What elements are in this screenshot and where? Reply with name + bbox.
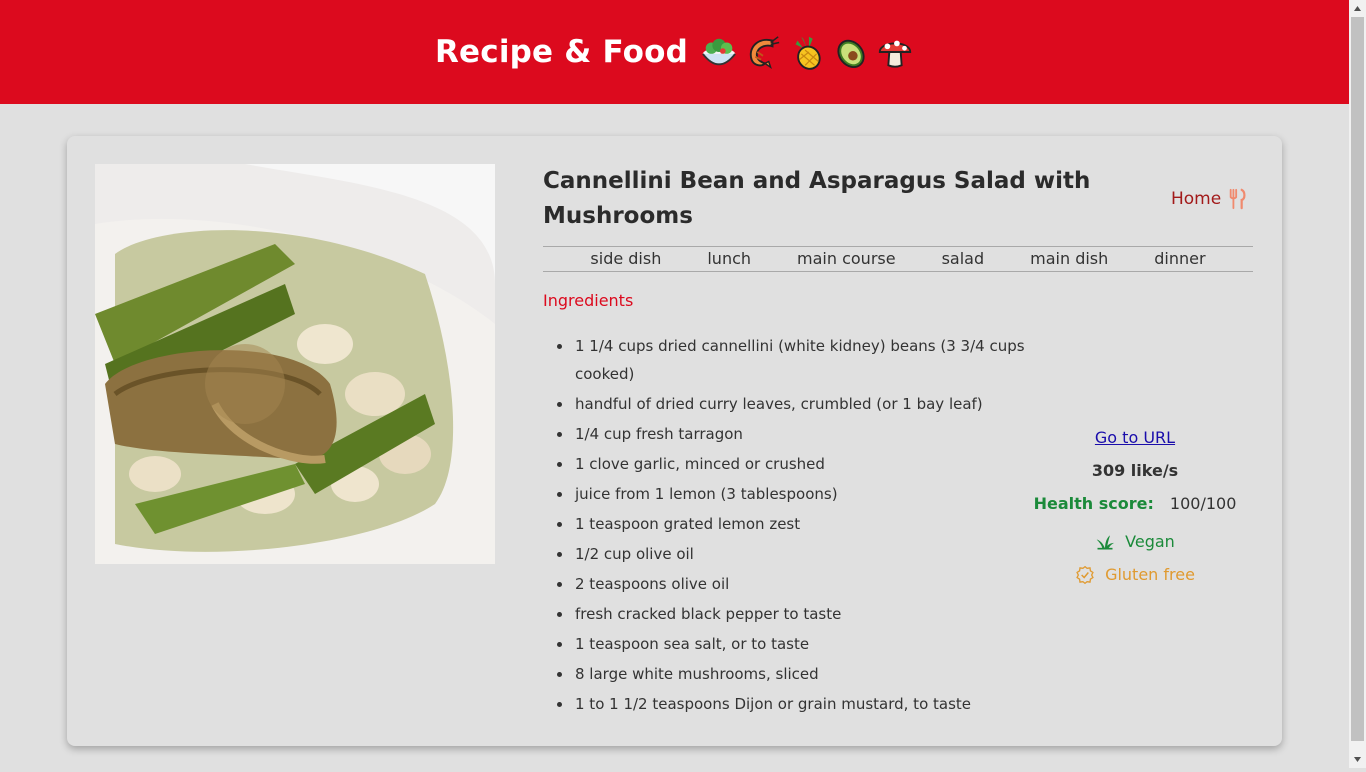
diet-vegan-label: Vegan [1125,531,1175,551]
recipe-card: Cannellini Bean and Asparagus Salad with… [67,136,1282,746]
ingredient-item: 1/2 cup olive oil [557,540,1045,568]
leaf-icon [1096,534,1115,549]
ingredient-item: juice from 1 lemon (3 tablespoons) [557,480,1045,508]
scroll-down-arrow-icon[interactable] [1349,751,1366,768]
tag-dinner: dinner [1154,249,1206,268]
emoji-row [700,33,914,71]
avocado-icon [832,33,870,71]
ingredient-item: fresh cracked black pepper to taste [557,600,1045,628]
recipe-image [95,164,495,564]
ingredients-list: 1 1/4 cups dried cannellini (white kidne… [543,332,1045,720]
shrimp-icon [744,33,782,71]
ingredient-item: handful of dried curry leaves, crumbled … [557,390,1045,418]
ingredient-item: 1 clove garlic, minced or crushed [557,450,1045,478]
ingredient-item: 2 teaspoons olive oil [557,570,1045,598]
go-to-url-link[interactable]: Go to URL [1095,426,1175,459]
diet-gluten-free: Gluten free [1075,558,1195,591]
tag-salad: salad [941,249,985,268]
scroll-up-arrow-icon[interactable] [1349,0,1366,17]
ingredient-item: 1 teaspoon grated lemon zest [557,510,1045,538]
tag-lunch: lunch [707,249,752,268]
ingredient-item: 1 1/4 cups dried cannellini (white kidne… [557,332,1045,388]
fork-knife-icon [1229,188,1246,210]
tag-main-dish: main dish [1030,249,1109,268]
scrollbar-thumb[interactable] [1351,17,1364,741]
health-score: Health score: 100/100 [1034,492,1237,525]
ingredients-heading: Ingredients [543,291,634,310]
ingredient-item: 1/4 cup fresh tarragon [557,420,1045,448]
tag-main-course: main course [797,249,896,268]
likes-count: 309 like/s [1091,461,1179,480]
home-link-label: Home [1171,189,1222,209]
home-link[interactable]: Home [1171,188,1249,210]
salad-icon [700,33,738,71]
diet-gluten-free-label: Gluten free [1105,564,1195,584]
health-score-value: 100/100 [1169,494,1237,513]
diet-vegan: Vegan [1095,525,1175,558]
ingredient-item: 8 large white mushrooms, sliced [557,660,1045,688]
page-scrollbar[interactable] [1349,0,1366,768]
ingredient-item: 1 teaspoon sea salt, or to taste [557,630,1045,658]
health-score-label: Health score: [1033,494,1154,513]
mushroom-icon [876,33,914,71]
site-title-text: Recipe & Food [434,34,689,70]
site-title: Recipe & Food [435,33,914,71]
site-header: Recipe & Food [0,0,1349,104]
ingredient-item: 1 to 1 1/2 teaspoons Dijon or grain must… [557,690,1045,718]
recipe-tags: side dish lunch main course salad main d… [543,246,1253,272]
recipe-title: Cannellini Bean and Asparagus Salad with… [543,168,1091,229]
pineapple-icon [788,33,826,71]
badge-check-icon [1076,565,1094,584]
tag-side-dish: side dish [590,249,662,268]
recipe-sidebar: Go to URL 309 like/s Health score: 100/1… [1027,426,1243,591]
